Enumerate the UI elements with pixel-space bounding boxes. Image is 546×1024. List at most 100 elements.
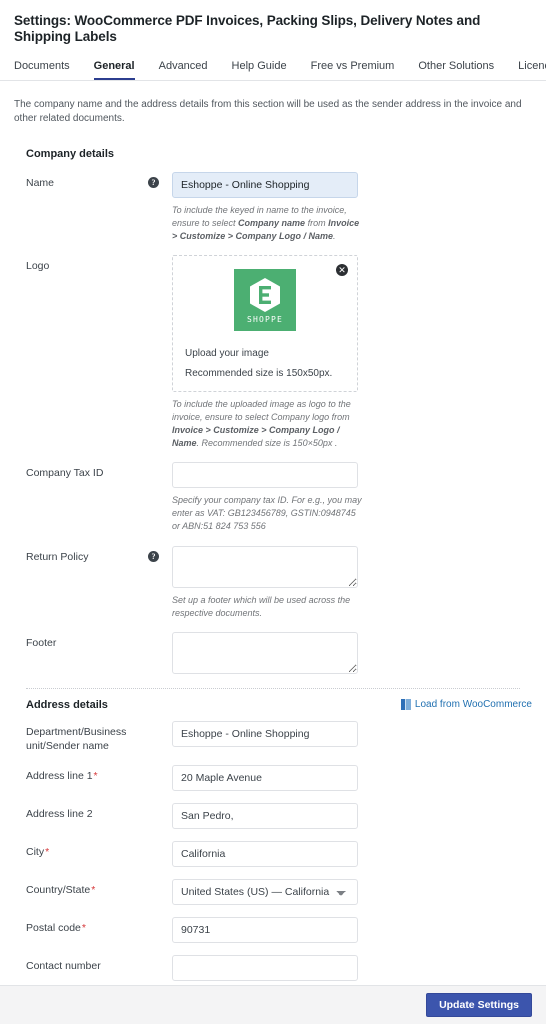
name-desc-part-3: . [333, 231, 336, 242]
field-col-address-line-1 [172, 763, 532, 791]
help-col-address-line-1 [148, 763, 172, 770]
logo-desc-part-2: . Recommended size is 150×50px . [196, 438, 338, 449]
department-business-unit-sender-name-input[interactable] [172, 720, 358, 747]
intro-text: The company name and the address details… [14, 99, 522, 125]
book-icon [400, 699, 411, 711]
logo-thumb-wrap: SHOPPE [185, 266, 345, 339]
address-line-2-input[interactable] [172, 802, 358, 829]
return-policy-textarea[interactable] [172, 545, 358, 588]
field-row-address-line-2: Address line 2 [14, 801, 532, 829]
help-col-logo [148, 253, 172, 260]
field-col-postal-code [172, 915, 532, 943]
required-marker: * [81, 921, 86, 934]
field-col-department-business-unit-sender-name [172, 719, 532, 747]
field-col-name: To include the keyed in name to the invo… [172, 170, 532, 243]
page-title: Settings: WooCommerce PDF Invoices, Pack… [14, 13, 481, 45]
help-col-department-business-unit-sender-name [148, 719, 172, 726]
help-circle-icon[interactable]: ? [148, 177, 159, 189]
city-input[interactable] [172, 840, 358, 867]
label-logo: Logo [26, 260, 50, 273]
country-state-input[interactable]: United States (US) — California [172, 878, 358, 905]
tab-advanced[interactable]: Advanced [159, 60, 208, 80]
label-return-policy: Return Policy [26, 550, 89, 563]
help-col-name: ? [148, 170, 172, 189]
field-col-country-state: United States (US) — California [172, 877, 532, 905]
field-col-footer [172, 630, 532, 674]
help-col-footer [148, 630, 172, 637]
label-address-line-2: Address line 2 [14, 801, 148, 821]
close-circle-icon[interactable]: ✕ [336, 264, 348, 277]
footer-action-bar: Update Settings [0, 985, 546, 1024]
field-row-footer: Footer [14, 630, 532, 674]
tab-bar: Documents General Advanced Help Guide Free v… [0, 56, 546, 82]
field-row-country-state: Country/State* United States (US) — Calif… [14, 877, 532, 905]
tab-documents[interactable]: Documents [14, 60, 70, 80]
company-name-input[interactable] [172, 172, 358, 199]
label-address-line-1: Address line 1* [14, 763, 148, 783]
label-company-tax-id: Company Tax ID [26, 467, 104, 480]
address-line-1-input[interactable] [172, 764, 358, 791]
field-col-contact-number [172, 953, 532, 981]
logo-desc-part-1: To include the uploaded image as logo to… [172, 399, 351, 423]
tab-licence[interactable]: Licence [518, 60, 546, 80]
recommended-size-text: Recommended size is 150x50px. [185, 368, 333, 380]
name-description: To include the keyed in name to the invo… [172, 204, 362, 243]
tab-general[interactable]: General [93, 60, 135, 81]
help-col-address-line-2 [148, 801, 172, 808]
label-contact-number: Contact number [14, 953, 148, 973]
required-marker: * [93, 769, 98, 782]
field-row-company-tax-id: Company Tax ID Specify your company tax … [14, 460, 532, 533]
hexagon-e-icon [250, 277, 280, 312]
update-settings-button[interactable]: Update Settings [426, 992, 532, 1018]
label-text-country-state: Country/State [26, 883, 91, 896]
label-text-city: City [26, 845, 45, 858]
help-circle-icon[interactable]: ? [148, 550, 159, 562]
label-text-postal-code: Postal code [26, 921, 81, 934]
section-divider-1 [26, 687, 520, 689]
settings-form: Company details Name ? To include the ke… [0, 130, 546, 985]
tab-other-solutions[interactable]: Other Solutions [418, 60, 494, 80]
logo-description: To include the uploaded image as logo to… [172, 398, 362, 450]
help-col-contact-number [148, 953, 172, 960]
section-heading-address-details: Address details [26, 698, 108, 711]
label-footer: Footer [26, 636, 57, 649]
required-marker: * [45, 845, 50, 858]
help-col-city [148, 839, 172, 846]
label-text-department-business-unit-sender-name: Department/Business unit/Sender name [26, 725, 127, 752]
label-postal-code: Postal code* [14, 915, 148, 935]
field-row-name: Name ? To include the keyed in name to t… [14, 170, 532, 243]
field-row-return-policy: Return Policy ? Set up a footer which wi… [14, 544, 532, 620]
field-row-city: City* [14, 839, 532, 867]
tax-id-description: Specify your company tax ID. For e.g., y… [172, 495, 362, 532]
label-text-address-line-2: Address line 2 [26, 807, 93, 820]
label-text-address-line-1: Address line 1 [26, 769, 93, 782]
field-col-return-policy: Set up a footer which will be used acros… [172, 544, 532, 620]
settings-page: Settings: WooCommerce PDF Invoices, Pack… [0, 0, 546, 1024]
upload-your-image-text: Upload your image [185, 348, 269, 360]
footer-textarea[interactable] [172, 631, 358, 674]
field-col-city [172, 839, 532, 867]
help-col-postal-code [148, 915, 172, 922]
contact-number-input[interactable] [172, 954, 358, 981]
tab-help-guide[interactable]: Help Guide [232, 60, 287, 80]
return-policy-description: Set up a footer which will be used acros… [172, 594, 351, 618]
help-col-return-policy: ? [148, 544, 172, 562]
company-logo-image: SHOPPE [234, 269, 296, 332]
postal-code-input[interactable] [172, 916, 358, 943]
name-desc-part-2: from [305, 218, 329, 229]
label-name: Name [26, 177, 55, 190]
label-department-business-unit-sender-name: Department/Business unit/Sender name [14, 719, 148, 753]
company-tax-id-input[interactable] [172, 462, 358, 489]
name-desc-bold-1: Company name [238, 218, 306, 229]
load-from-woocommerce-link[interactable]: Load from WooCommerce [400, 699, 532, 711]
label-city: City* [14, 839, 148, 859]
logo-upload-box[interactable]: ✕ SHOPPE Upload your image Recommended s… [172, 255, 358, 393]
help-col-tax-id [148, 460, 172, 467]
tab-free-vs-premium[interactable]: Free vs Premium [311, 60, 395, 80]
address-fields-list: Department/Business unit/Sender name Addr… [14, 719, 532, 981]
